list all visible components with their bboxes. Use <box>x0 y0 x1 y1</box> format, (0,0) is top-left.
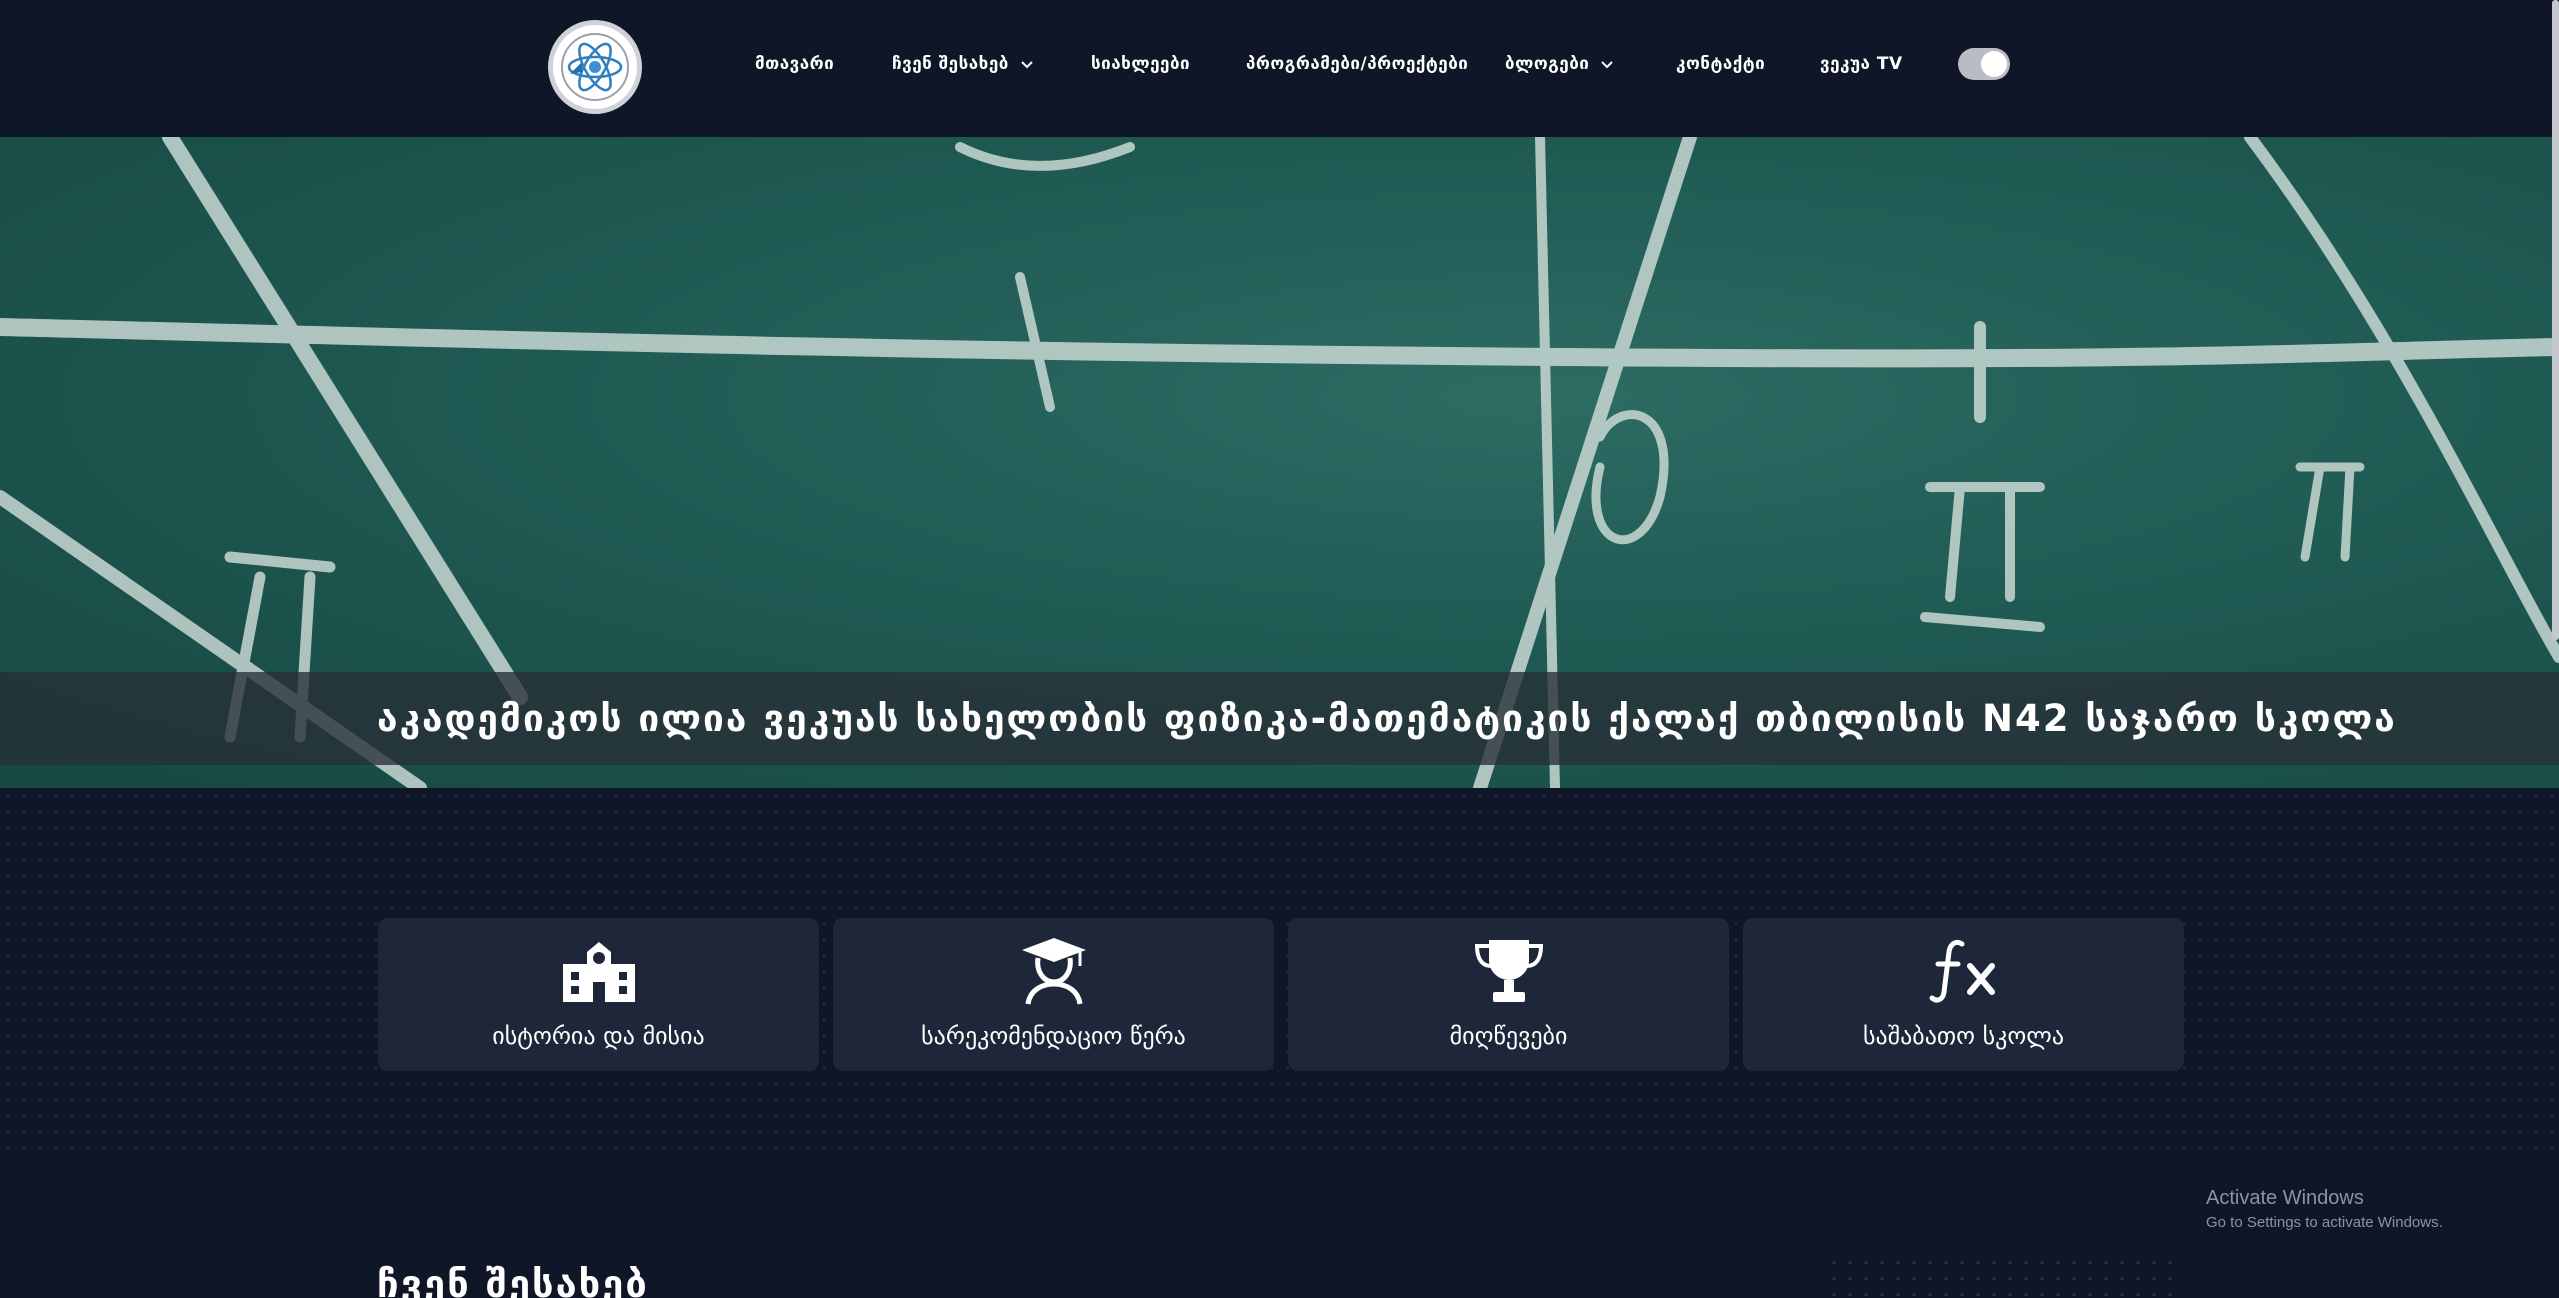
nav-item-vekua-tv[interactable]: ვეკუა TV <box>1820 50 1903 78</box>
nav-item-home[interactable]: მთავარი <box>755 50 834 78</box>
nav-item-label: ჩვენ შესახებ <box>892 54 1009 74</box>
nav-item-label: ბლოგები <box>1505 54 1590 74</box>
school-logo[interactable] <box>548 20 642 114</box>
card-saturday-school[interactable]: საშაბათო სკოლა <box>1743 918 2184 1071</box>
nav-item-label: სიახლეები <box>1091 54 1191 74</box>
watermark-line2: Go to Settings to activate Windows. <box>2206 1214 2443 1231</box>
toggle-knob <box>1981 51 2007 77</box>
function-icon <box>1929 939 1995 1003</box>
card-achievements[interactable]: მიღწევები <box>1288 918 1729 1071</box>
nav-item-blogs[interactable]: ბლოგები <box>1505 50 1615 78</box>
theme-toggle[interactable] <box>1958 48 2010 80</box>
nav-item-contact[interactable]: კონტაქტი <box>1676 50 1765 78</box>
page-scrollbar[interactable] <box>2552 0 2559 640</box>
decorative-dots <box>1826 1255 2182 1298</box>
card-label: მიღწევები <box>1449 1022 1568 1050</box>
hero-banner: აკადემიკოს ილია ვეკუას სახელობის ფიზიკა-… <box>0 137 2559 788</box>
site-header: მთავარი ჩვენ შესახებ სიახლეები პროგრამებ… <box>0 0 2559 137</box>
nav-item-about[interactable]: ჩვენ შესახებ <box>892 50 1035 78</box>
graduate-icon <box>1021 938 1086 1005</box>
chevron-down-icon <box>1021 61 1033 69</box>
card-recommendation-letter[interactable]: სარეკომენდაციო წერა <box>833 918 1274 1071</box>
card-history-mission[interactable]: ისტორია და მისია <box>378 918 819 1071</box>
card-label: საშაბათო სკოლა <box>1862 1022 2065 1050</box>
section-title-about: ჩვენ შესახებ <box>377 1262 649 1298</box>
card-label: სარეკომენდაციო წერა <box>921 1022 1186 1050</box>
windows-activation-watermark: Activate Windows Go to Settings to activ… <box>2206 1187 2443 1231</box>
nav-item-news[interactable]: სიახლეები <box>1091 50 1190 78</box>
chevron-down-icon <box>1601 61 1614 69</box>
nav-item-label: კონტაქტი <box>1676 54 1766 74</box>
nav-item-label: ვეკუა TV <box>1820 54 1903 74</box>
school-building-icon <box>562 942 635 1002</box>
trophy-icon <box>1474 940 1543 1002</box>
card-label: ისტორია და მისია <box>492 1022 705 1050</box>
nav-item-label: პროგრამები/პროექტები <box>1246 54 1469 74</box>
nav-item-programs[interactable]: პროგრამები/პროექტები <box>1246 50 1468 78</box>
nav-item-label: მთავარი <box>755 54 835 74</box>
page-title: აკადემიკოს ილია ვეკუას სახელობის ფიზიკა-… <box>377 697 2397 740</box>
watermark-line1: Activate Windows <box>2206 1187 2364 1209</box>
atom-logo-icon <box>561 33 629 101</box>
